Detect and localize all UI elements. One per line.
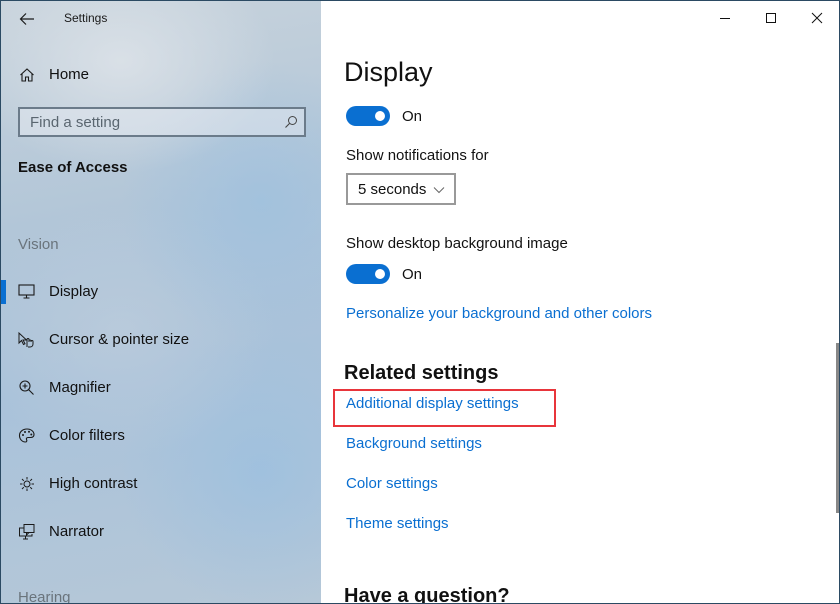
- minimize-icon: [720, 18, 730, 19]
- sidebar-item-display[interactable]: Display: [1, 272, 321, 312]
- search-icon[interactable]: [284, 115, 298, 129]
- personalize-link[interactable]: Personalize your background and other co…: [346, 305, 652, 322]
- sidebar-item-label: Color filters: [49, 427, 125, 444]
- sun-contrast-icon: [20, 477, 34, 491]
- notifications-duration-dropdown[interactable]: 5 seconds: [346, 173, 456, 205]
- close-icon: [811, 12, 823, 24]
- desktop-background-toggle[interactable]: [346, 264, 390, 284]
- theme-settings-link[interactable]: Theme settings: [346, 515, 449, 532]
- toggle-knob: [375, 269, 385, 279]
- dropdown-value: 5 seconds: [358, 181, 427, 198]
- sidebar-item-cursor-pointer-size[interactable]: Cursor & pointer size: [1, 320, 321, 360]
- toggle-state-label: On: [402, 107, 423, 125]
- desktop-background-label: Show desktop background image: [346, 235, 568, 252]
- magnifier-icon: [19, 380, 34, 395]
- sidebar: Settings Home Ease of Access Vision Disp…: [1, 1, 321, 604]
- sidebar-item-narrator[interactable]: Narrator: [1, 512, 321, 552]
- palette-icon: [18, 428, 35, 443]
- have-a-question-title: Have a question?: [344, 585, 510, 604]
- scrollbar-thumb[interactable]: [836, 343, 839, 513]
- home-label: Home: [49, 66, 90, 83]
- sidebar-item-home[interactable]: Home: [1, 61, 321, 89]
- sidebar-item-label: Magnifier: [49, 379, 111, 396]
- toggle-knob: [375, 111, 385, 121]
- search-input[interactable]: [20, 109, 304, 135]
- monitor-icon: [18, 284, 35, 299]
- background-settings-link[interactable]: Background settings: [346, 435, 482, 452]
- maximize-icon: [766, 13, 776, 23]
- close-button[interactable]: [794, 1, 839, 35]
- group-label-hearing: Hearing: [18, 589, 71, 604]
- settings-window: Settings Home Ease of Access Vision Disp…: [0, 0, 840, 604]
- page-title: Display: [344, 57, 433, 87]
- additional-display-settings-link[interactable]: Additional display settings: [346, 395, 519, 412]
- narrator-icon: [19, 524, 35, 540]
- minimize-button[interactable]: [702, 1, 748, 35]
- sidebar-item-label: High contrast: [49, 475, 138, 492]
- section-title: Ease of Access: [18, 159, 128, 176]
- maximize-button[interactable]: [748, 1, 794, 35]
- desktop-background-toggle-row: On: [346, 264, 422, 284]
- sidebar-item-label: Display: [49, 283, 99, 300]
- app-title: Settings: [64, 11, 108, 25]
- related-settings-title: Related settings: [344, 362, 499, 384]
- chevron-down-icon: [433, 187, 445, 194]
- sidebar-item-high-contrast[interactable]: High contrast: [1, 464, 321, 504]
- toggle-state-label: On: [402, 265, 423, 283]
- home-icon: [20, 68, 34, 82]
- notifications-label: Show notifications for: [346, 147, 489, 164]
- display-toggle[interactable]: [346, 106, 390, 126]
- back-arrow-icon: [19, 13, 34, 25]
- back-button[interactable]: [15, 7, 39, 31]
- search-box[interactable]: [18, 107, 306, 137]
- sidebar-item-label: Cursor & pointer size: [49, 331, 190, 348]
- selected-indicator: [1, 280, 6, 304]
- pointer-hand-icon: [18, 331, 34, 348]
- display-toggle-row: On: [346, 106, 422, 126]
- color-settings-link[interactable]: Color settings: [346, 475, 438, 492]
- sidebar-item-label: Narrator: [49, 523, 105, 540]
- main-content: Display On Show notifications for 5 seco…: [321, 1, 839, 604]
- sidebar-item-magnifier[interactable]: Magnifier: [1, 368, 321, 408]
- sidebar-item-color-filters[interactable]: Color filters: [1, 416, 321, 456]
- group-label-vision: Vision: [18, 236, 59, 253]
